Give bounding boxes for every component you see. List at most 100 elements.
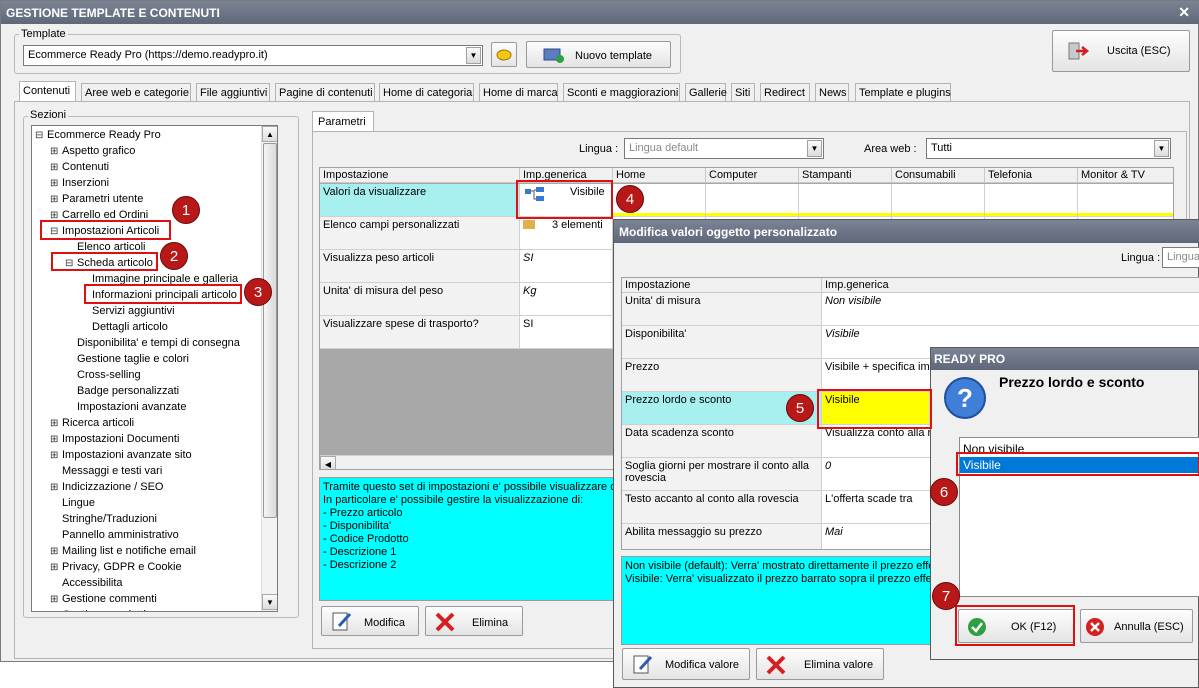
tree-item[interactable]: Dettagli articolo (80, 320, 168, 335)
grid-cell[interactable] (1078, 184, 1173, 217)
tab-siti[interactable]: Siti (731, 83, 755, 102)
expand-icon[interactable]: ⊞ (50, 608, 59, 611)
tree-item[interactable]: Badge personalizzati (65, 384, 179, 399)
grid-cell[interactable] (706, 184, 799, 217)
folder-button[interactable] (491, 42, 517, 67)
expand-icon[interactable]: ⊞ (50, 176, 59, 191)
column-header[interactable]: Impostazione (320, 168, 520, 183)
setting-name[interactable]: Unita' di misura del peso (320, 283, 520, 316)
column-header[interactable]: Imp.generica (822, 278, 1199, 293)
dialog-lingua-select[interactable]: Lingua (1162, 247, 1199, 268)
elimina-button[interactable]: Elimina (425, 606, 523, 636)
scroll-left-icon[interactable]: ◀ (320, 456, 336, 469)
tree-item[interactable]: Stringhe/Traduzioni (50, 512, 157, 527)
setting-name[interactable]: Visualizzare spese di trasporto? (320, 316, 520, 349)
column-header[interactable]: Telefonia (985, 168, 1078, 183)
tab-pagine-di-contenuti[interactable]: Pagine di contenuti (275, 83, 375, 102)
setting-name[interactable]: Visualizza peso articoli (320, 250, 520, 283)
setting-name[interactable]: Data scadenza sconto (622, 425, 822, 458)
expand-icon[interactable]: ⊞ (50, 560, 59, 575)
expand-icon[interactable]: ⊞ (50, 592, 59, 607)
expand-icon[interactable]: ⊞ (50, 416, 59, 431)
close-icon[interactable]: ✕ (1178, 4, 1190, 21)
setting-value[interactable]: SI (520, 316, 613, 349)
tab-aree-web-e-categorie[interactable]: Aree web e categorie (81, 83, 191, 102)
collapse-icon[interactable]: ⊟ (35, 128, 44, 143)
grid-hscrollbar[interactable]: ◀ (320, 455, 620, 469)
params-tab[interactable]: Parametri (312, 111, 374, 132)
setting-name[interactable]: Testo accanto al conto alla rovescia (622, 491, 822, 524)
tab-news[interactable]: News (815, 83, 849, 102)
tree-item[interactable]: ⊞ Ricerca articoli (50, 416, 134, 431)
tree-item[interactable]: Gestione taglie e colori (65, 352, 189, 367)
setting-value[interactable]: Kg (520, 283, 613, 316)
chevron-down-icon[interactable]: ▼ (807, 140, 822, 157)
expand-icon[interactable]: ⊞ (50, 448, 59, 463)
area-web-select[interactable]: Tutti ▼ (926, 138, 1171, 159)
tree-item[interactable]: ⊞ Inserzioni (50, 176, 109, 191)
cancel-button[interactable]: Annulla (ESC) (1080, 609, 1193, 643)
tab-gallerie[interactable]: Gallerie (685, 83, 727, 102)
tree-item[interactable]: Lingue (50, 496, 95, 511)
tab-sconti-e-maggiorazioni[interactable]: Sconti e maggiorazioni (563, 83, 680, 102)
tree-item[interactable]: ⊞ Aspetto grafico (50, 144, 135, 159)
column-header[interactable]: Monitor & TV (1078, 168, 1173, 183)
tree-item[interactable]: ⊞Gestione prodotti (50, 608, 146, 611)
lingua-select[interactable]: Lingua default ▼ (624, 138, 824, 159)
tab-template-e-plugins[interactable]: Template e plugins (855, 83, 951, 102)
grid-cell[interactable] (799, 184, 892, 217)
tree-item[interactable]: ⊞ Mailing list e notifiche email (50, 544, 196, 559)
setting-name[interactable]: Prezzo (622, 359, 822, 392)
chevron-down-icon[interactable]: ▼ (466, 47, 481, 64)
tree-item[interactable]: ⊟ Ecommerce Ready Pro (35, 128, 161, 143)
tab-home-di-categoria[interactable]: Home di categoria (379, 83, 474, 102)
column-header[interactable]: Consumabili (892, 168, 985, 183)
expand-icon[interactable]: ⊞ (50, 544, 59, 559)
tree-item[interactable]: Pannello amministrativo (50, 528, 179, 543)
tab-home-di-marca[interactable]: Home di marca (479, 83, 558, 102)
tree-item[interactable]: ⊞ Gestione commenti (50, 592, 157, 607)
tree-item[interactable]: ⊞ Parametri utente (50, 192, 143, 207)
setting-value[interactable]: 3 elementi (520, 217, 613, 250)
tree-item[interactable]: Accessibilita (50, 576, 123, 591)
tree-item[interactable]: ⊞ Contenuti (50, 160, 109, 175)
expand-icon[interactable]: ⊞ (50, 480, 59, 495)
tree-item[interactable]: ⊞ Impostazioni avanzate sito (50, 448, 192, 463)
setting-name[interactable]: Valori da visualizzare (320, 184, 520, 217)
column-header[interactable]: Impostazione (622, 278, 822, 293)
modifica-valore-button[interactable]: Modifica valore (622, 648, 750, 680)
tree-item[interactable]: Disponibilita' e tempi di consegna (65, 336, 240, 351)
scroll-thumb[interactable] (263, 143, 277, 518)
column-header[interactable]: Home (613, 168, 706, 183)
tree-item[interactable]: Cross-selling (65, 368, 141, 383)
template-select[interactable]: Ecommerce Ready Pro (https://demo.readyp… (23, 45, 483, 66)
tab-file-aggiuntivi[interactable]: File aggiuntivi (196, 83, 270, 102)
setting-value[interactable]: SI (520, 250, 613, 283)
modifica-button[interactable]: Modifica (321, 606, 419, 636)
tree-item[interactable]: Servizi aggiuntivi (80, 304, 175, 319)
expand-icon[interactable]: ⊞ (50, 432, 59, 447)
scroll-up-icon[interactable]: ▲ (262, 126, 277, 142)
elimina-valore-button[interactable]: Elimina valore (756, 648, 884, 680)
setting-name[interactable]: Disponibilita' (622, 326, 822, 359)
setting-name[interactable]: Soglia giorni per mostrare il conto alla… (622, 458, 822, 491)
setting-value[interactable]: Non visibile (822, 293, 1199, 326)
tree-scrollbar[interactable]: ▲ ▼ (261, 126, 277, 611)
chevron-down-icon[interactable]: ▼ (1154, 140, 1169, 157)
expand-icon[interactable]: ⊞ (50, 160, 59, 175)
column-header[interactable]: Computer (706, 168, 799, 183)
setting-name[interactable]: Abilita messaggio su prezzo (622, 524, 822, 549)
column-header[interactable]: Stampanti (799, 168, 892, 183)
new-template-button[interactable]: Nuovo template (526, 41, 671, 68)
expand-icon[interactable]: ⊞ (50, 144, 59, 159)
grid-cell[interactable] (892, 184, 985, 217)
tree-item[interactable]: Messaggi e testi vari (50, 464, 162, 479)
setting-name[interactable]: Unita' di misura (622, 293, 822, 326)
grid-cell[interactable] (985, 184, 1078, 217)
setting-name[interactable]: Elenco campi personalizzati (320, 217, 520, 250)
scroll-down-icon[interactable]: ▼ (262, 594, 277, 610)
tree-item[interactable]: ⊞ Privacy, GDPR e Cookie (50, 560, 182, 575)
expand-icon[interactable]: ⊞ (50, 192, 59, 207)
tab-redirect[interactable]: Redirect (760, 83, 810, 102)
sections-tree[interactable]: ⊟ Ecommerce Ready Pro ⊞ Aspetto grafico ⊞ Con… (31, 125, 278, 612)
